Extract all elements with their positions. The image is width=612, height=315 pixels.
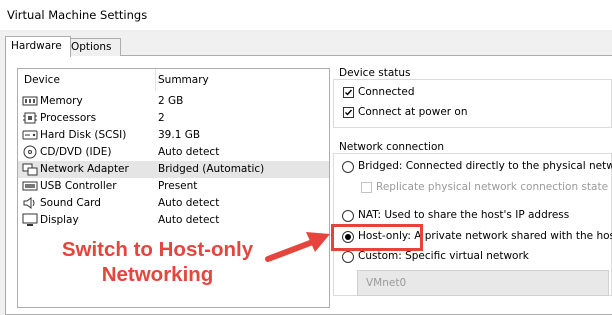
annotation-line-2: Networking <box>101 263 214 286</box>
annotation-text: Switch to Host-only Networking <box>40 237 275 287</box>
annotation-line-1: Switch to Host-only <box>61 238 254 261</box>
tab-hardware[interactable]: Hardware <box>5 36 71 57</box>
